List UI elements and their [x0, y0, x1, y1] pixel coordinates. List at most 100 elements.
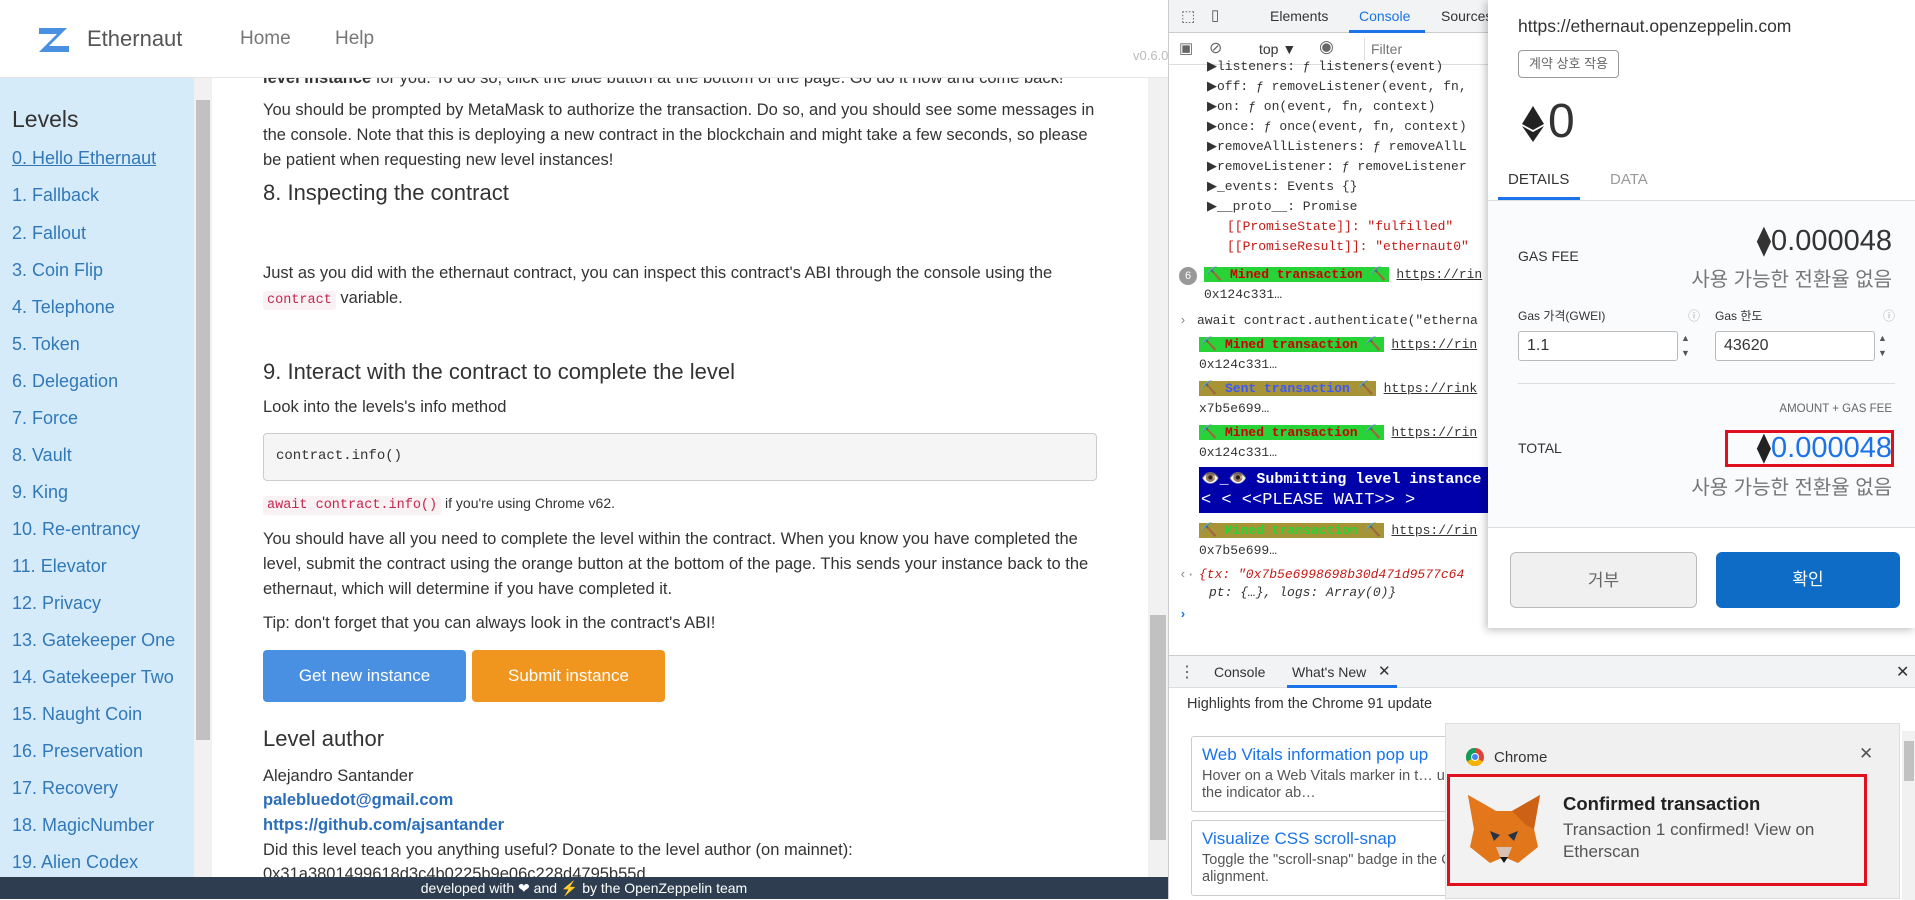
- metamask-footer: 거부 확인: [1488, 527, 1915, 628]
- console-filter-input[interactable]: [1364, 38, 1484, 60]
- drawer-scrollbar-thumb[interactable]: [1904, 741, 1914, 781]
- more-options-icon[interactable]: ⋮: [1179, 662, 1195, 682]
- level-link[interactable]: 7. Force: [12, 408, 78, 429]
- clear-console-icon[interactable]: ⊘: [1209, 38, 1222, 58]
- tab-sources[interactable]: Sources: [1441, 8, 1492, 24]
- level-link[interactable]: 18. MagicNumber: [12, 815, 154, 836]
- highlights-title: Highlights from the Chrome 91 update: [1187, 696, 1433, 712]
- author-name: Alejandro Santander: [263, 767, 414, 785]
- gas-price-input[interactable]: 1.1: [1518, 331, 1678, 361]
- nav-home-link[interactable]: Home: [240, 28, 291, 50]
- eth-amount: 0: [1522, 94, 1575, 149]
- gas-price-stepper-icon[interactable]: ▲ ▼: [1681, 331, 1690, 361]
- notification-content[interactable]: Confirmed transaction Transaction 1 conf…: [1447, 774, 1867, 886]
- console-line[interactable]: ▶__proto__: Promise: [1207, 199, 1357, 214]
- tx-hash-link[interactable]: 0x124c331…: [1199, 357, 1277, 372]
- tx-hash-link[interactable]: 0x124c331…: [1199, 445, 1277, 460]
- author-email-link[interactable]: palebluedot@gmail.com: [263, 788, 1103, 813]
- gas-price-label: Gas 가격(GWEI): [1518, 309, 1606, 323]
- level-link[interactable]: 4. Telephone: [12, 297, 115, 318]
- tab-data[interactable]: DATA: [1610, 171, 1648, 188]
- brand-name[interactable]: Ethernaut: [87, 26, 182, 52]
- level-link[interactable]: 12. Privacy: [12, 593, 101, 614]
- close-tab-icon[interactable]: ✕: [1378, 662, 1391, 680]
- tx-url-link[interactable]: https://rin: [1391, 337, 1477, 352]
- tx-url-link[interactable]: https://rin: [1391, 425, 1477, 440]
- tx-url-link[interactable]: https://rin: [1391, 523, 1477, 538]
- level-link[interactable]: 5. Token: [12, 334, 80, 355]
- level-link[interactable]: 6. Delegation: [12, 371, 118, 392]
- sidebar-toggle-icon[interactable]: ▣: [1179, 39, 1193, 57]
- console-line[interactable]: ▶listeners: ƒ listeners(event): [1207, 59, 1443, 74]
- level-link[interactable]: 17. Recovery: [12, 778, 118, 799]
- level-link[interactable]: 16. Preservation: [12, 741, 143, 762]
- mined-label: ⛏️ Mined transaction ⛏️: [1199, 337, 1384, 352]
- tab-elements[interactable]: Elements: [1270, 8, 1328, 24]
- content-scrollbar-thumb[interactable]: [1150, 615, 1166, 840]
- close-notification-icon[interactable]: ✕: [1859, 744, 1873, 764]
- reject-button[interactable]: 거부: [1510, 552, 1697, 608]
- level-link[interactable]: 0. Hello Ethernaut: [12, 148, 156, 169]
- inspect-element-icon[interactable]: ⬚: [1181, 7, 1195, 25]
- total-label: TOTAL: [1518, 440, 1562, 456]
- mined-tx-log: ⛏️ Mined transaction ⛏️ https://rin: [1199, 337, 1477, 352]
- nav-help-link[interactable]: Help: [335, 28, 374, 50]
- active-tab-indicator: [1287, 685, 1397, 688]
- level-link[interactable]: 13. Gatekeeper One: [12, 630, 175, 651]
- console-prompt-icon[interactable]: ›: [1179, 607, 1187, 622]
- drawer-tab-console[interactable]: Console: [1214, 664, 1265, 680]
- level-link[interactable]: 3. Coin Flip: [12, 260, 103, 281]
- device-toolbar-icon[interactable]: ▯: [1211, 6, 1219, 24]
- level-link[interactable]: 15. Naught Coin: [12, 704, 142, 725]
- level-link[interactable]: 9. King: [12, 482, 68, 503]
- console-line[interactable]: ▶once: ƒ once(event, fn, context): [1207, 119, 1467, 134]
- tab-details[interactable]: DETAILS: [1508, 171, 1569, 188]
- level-link[interactable]: 2. Fallout: [12, 223, 86, 244]
- level-link[interactable]: 11. Elevator: [12, 556, 107, 577]
- console-line[interactable]: ▶removeAllListeners: ƒ removeAllL: [1207, 139, 1467, 154]
- get-new-instance-button[interactable]: Get new instance: [263, 650, 466, 702]
- bold-text: level instance: [263, 78, 372, 87]
- tx-result-line[interactable]: {tx: "0x7b5e6998698b30d471d9577c64: [1199, 567, 1464, 582]
- tx-hash-link[interactable]: 0x7b5e699…: [1199, 543, 1277, 558]
- level-link[interactable]: 14. Gatekeeper Two: [12, 667, 174, 688]
- sidebar-title: Levels: [12, 106, 79, 132]
- cut-paragraph: level instance for you. To do so, click …: [263, 78, 1103, 91]
- tab-console[interactable]: Console: [1359, 8, 1410, 24]
- eye-icon[interactable]: ◉: [1319, 37, 1334, 57]
- console-line[interactable]: ▶off: ƒ removeListener(event, fn,: [1207, 79, 1467, 94]
- donate-text: Did this level teach you anything useful…: [263, 841, 853, 859]
- return-arrow-icon: ‹·: [1179, 567, 1195, 582]
- level-link[interactable]: 1. Fallback: [12, 185, 99, 206]
- chrome-notification[interactable]: Chrome ✕ Confirmed transaction Transacti…: [1445, 723, 1900, 899]
- level-description: level instance for you. To do so, click …: [213, 78, 1148, 877]
- tx-url-link[interactable]: https://rin: [1396, 267, 1482, 282]
- level-link[interactable]: 19. Alien Codex: [12, 852, 138, 873]
- gas-limit-stepper-icon[interactable]: ▲ ▼: [1878, 331, 1887, 361]
- console-line[interactable]: ▶removeListener: ƒ removeListener: [1207, 159, 1467, 174]
- level-link[interactable]: 8. Vault: [12, 445, 72, 466]
- no-conversion-label: 사용 가능한 전환율 없음: [1691, 477, 1892, 499]
- confirm-button[interactable]: 확인: [1716, 552, 1900, 608]
- sidebar-scrollbar-thumb[interactable]: [196, 100, 210, 740]
- tx-url-link[interactable]: https://rink: [1384, 381, 1478, 396]
- gas-limit-input[interactable]: 43620: [1715, 331, 1875, 361]
- tx-hash-link[interactable]: 0x124c331…: [1204, 287, 1282, 302]
- author-github-link[interactable]: https://github.com/ajsantander: [263, 813, 1103, 838]
- mined-label: ⛏️ Mined transaction ⛏️: [1199, 425, 1384, 440]
- level-link[interactable]: 10. Re-entrancy: [12, 519, 140, 540]
- submit-instance-button[interactable]: Submit instance: [472, 650, 665, 702]
- console-line[interactable]: ▶_events: Events {}: [1207, 179, 1357, 194]
- ethernaut-logo-icon[interactable]: [35, 24, 73, 56]
- info-icon[interactable]: ⓘ: [1688, 307, 1700, 324]
- tx-hash-link[interactable]: x7b5e699…: [1199, 401, 1269, 416]
- console-line[interactable]: ▶on: ƒ on(event, fn, context): [1207, 99, 1435, 114]
- drawer-tab-whats-new[interactable]: What's New: [1292, 664, 1366, 680]
- close-drawer-icon[interactable]: ✕: [1896, 662, 1909, 682]
- info-icon[interactable]: ⓘ: [1883, 307, 1895, 324]
- context-selector[interactable]: top ▼: [1259, 41, 1296, 57]
- notification-body: Transaction 1 confirmed! View on Ethersc…: [1563, 820, 1815, 861]
- heading-level-author: Level author: [263, 726, 385, 751]
- donate-address[interactable]: 0x31a3801499618d3c4b0225b9e06c228d4795b5…: [263, 862, 1103, 877]
- console-line: [[PromiseState]]: "fulfilled": [1227, 219, 1454, 234]
